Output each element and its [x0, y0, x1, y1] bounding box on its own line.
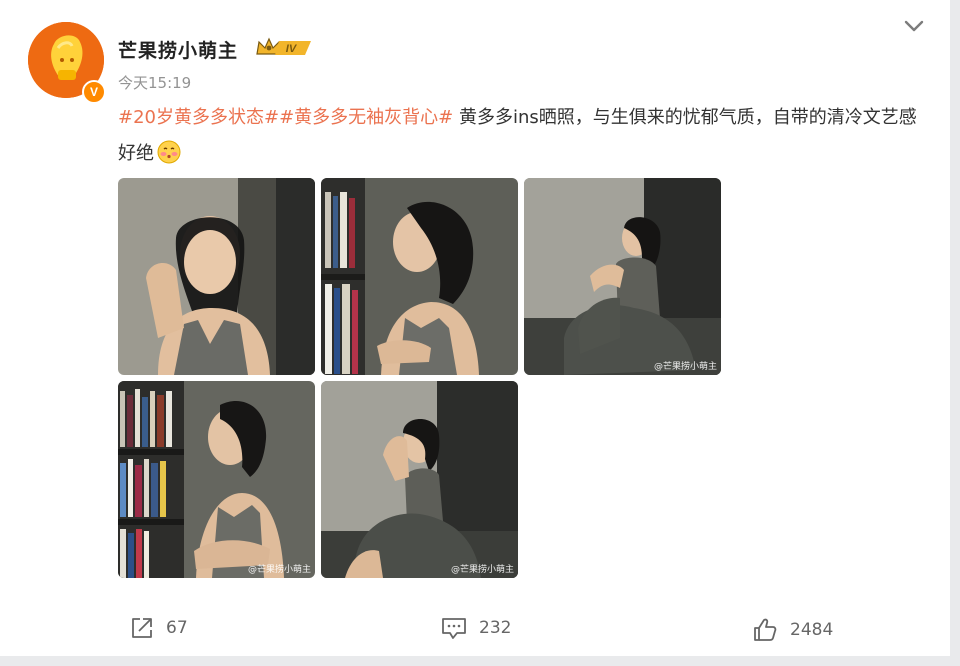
chevron-down-icon[interactable] [902, 16, 926, 36]
photo-1[interactable] [118, 178, 315, 375]
repost-icon [132, 618, 152, 638]
post-content: #20岁黄多多状态##黄多多无袖灰背心# 黄多多ins晒照，与生俱来的忧郁气质，… [118, 100, 928, 172]
repost-button[interactable]: 67 [130, 614, 188, 642]
comment-count: 232 [479, 618, 512, 638]
topic-link-1[interactable]: #20岁黄多多状态# [118, 107, 279, 128]
repost-count: 67 [166, 618, 188, 638]
topic-link-2[interactable]: #黄多多无袖灰背心# [279, 107, 453, 128]
thumbs-up-icon [754, 618, 777, 641]
photo-4[interactable]: @芒果捞小萌主 [118, 381, 315, 578]
photo-5-watermark: @芒果捞小萌主 [450, 565, 514, 575]
photo-3[interactable]: @芒果捞小萌主 [524, 178, 721, 375]
crown-icon: IV [256, 37, 311, 55]
photo-5[interactable]: @芒果捞小萌主 [321, 381, 518, 578]
vip-level-text: IV [286, 43, 298, 55]
like-button[interactable]: 2484 [752, 616, 833, 644]
post-time[interactable]: 今天15:19 [118, 72, 191, 93]
comment-button[interactable]: 232 [441, 614, 511, 642]
username[interactable]: 芒果捞小萌主 [118, 36, 238, 63]
photo-4-watermark: @芒果捞小萌主 [247, 565, 311, 575]
like-count: 2484 [790, 620, 834, 640]
vip-level-badge[interactable]: IV [255, 36, 313, 58]
verified-badge-icon: V [82, 80, 106, 104]
weibo-post-card: V 芒果捞小萌主 IV 今天15:19 #20岁黄多多状态##黄多多无袖灰背心#… [0, 0, 950, 656]
photo-2[interactable] [321, 178, 518, 375]
comment-icon [442, 618, 466, 639]
photo-3-watermark: @芒果捞小萌主 [653, 362, 717, 372]
blush-face-emoji-icon [156, 139, 182, 165]
